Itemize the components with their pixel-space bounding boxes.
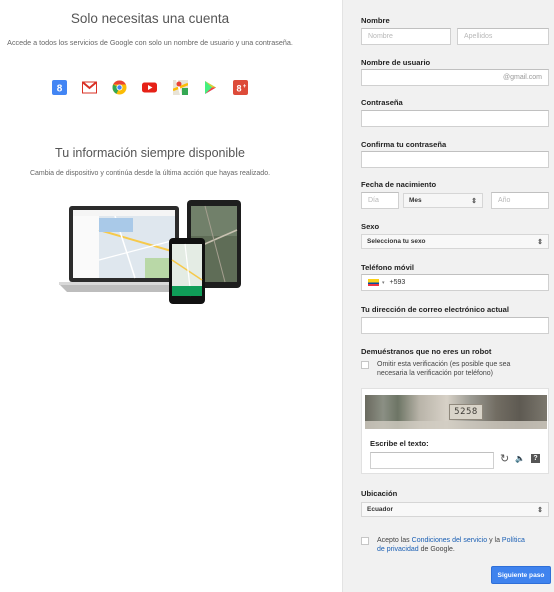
chrome-icon: [112, 80, 127, 95]
confirm-password-label: Confirma tu contraseña: [361, 140, 447, 149]
signup-form-panel: Nombre Nombre Apellidos Nombre de usuari…: [342, 0, 554, 592]
ecuador-flag-icon[interactable]: [368, 279, 379, 286]
google-plus-icon: 8 +: [232, 80, 248, 95]
location-value: Ecuador: [367, 506, 394, 513]
password-label: Contraseña: [361, 98, 403, 107]
subtitle-one-account: Accede a todos los servicios de Google c…: [7, 38, 293, 47]
skip-verification-text-1: Omitir esta verificación (es posible que…: [377, 361, 511, 368]
headline-one-account: Solo necesitas una cuenta: [70, 11, 230, 26]
left-info-column: Solo necesitas una cuenta Accede a todos…: [0, 0, 300, 592]
next-step-button[interactable]: Siguiente paso: [491, 566, 551, 584]
name-label: Nombre: [361, 16, 390, 25]
username-input[interactable]: @gmail.com: [361, 69, 549, 86]
svg-text:8: 8: [57, 84, 63, 95]
phone-label: Teléfono móvil: [361, 263, 415, 272]
refresh-icon[interactable]: ↻: [500, 452, 509, 465]
captcha-image-stripe: [365, 421, 547, 429]
location-select[interactable]: Ecuador ⇕: [361, 502, 549, 517]
captcha-number: 5258: [449, 404, 483, 420]
svg-text:+: +: [243, 84, 247, 90]
google-search-icon: 8: [52, 80, 67, 95]
captcha-input[interactable]: [370, 452, 494, 469]
birth-day-input[interactable]: Día: [361, 192, 399, 209]
last-name-input[interactable]: Apellidos: [457, 28, 549, 45]
location-label: Ubicación: [361, 489, 398, 498]
subtitle-info-available: Cambia de dispositivo y continúa desde l…: [29, 170, 271, 177]
birth-month-select[interactable]: Mes ⇕: [403, 193, 483, 208]
birth-year-input[interactable]: Año: [491, 192, 549, 209]
flag-dropdown-icon[interactable]: ▾: [382, 280, 385, 286]
gmail-icon: [82, 80, 98, 95]
svg-text:8: 8: [236, 84, 241, 94]
help-icon[interactable]: ?: [531, 454, 540, 463]
privacy-policy-link-part1[interactable]: Política: [502, 537, 525, 544]
sex-label: Sexo: [361, 222, 380, 231]
youtube-icon: [142, 80, 158, 95]
captcha-image: 5258: [365, 395, 547, 429]
current-email-input[interactable]: [361, 317, 549, 334]
phone-prefix: +593: [389, 279, 406, 286]
terms-text: Acepto las Condiciones del servicio y la…: [377, 536, 551, 554]
maps-icon: [172, 80, 188, 95]
phone-input[interactable]: ▾ +593: [361, 274, 549, 291]
google-apps-row: 8 8 +: [52, 80, 248, 98]
robot-label: Demuéstranos que no eres un robot: [361, 347, 492, 356]
select-updown-icon: ⇕: [537, 238, 543, 246]
first-name-input[interactable]: Nombre: [361, 28, 451, 45]
terms-of-service-link[interactable]: Condiciones del servicio: [412, 537, 487, 544]
captcha-input-label: Escribe el texto:: [370, 439, 429, 448]
confirm-password-input[interactable]: [361, 151, 549, 168]
current-email-label: Tu dirección de correo electrónico actua…: [361, 305, 509, 314]
sex-value: Selecciona tu sexo: [367, 238, 426, 245]
gmail-suffix: @gmail.com: [502, 74, 542, 81]
terms-text-pre: Acepto las: [377, 537, 412, 544]
audio-icon[interactable]: 🔈: [515, 454, 525, 463]
birthdate-label: Fecha de nacimiento: [361, 180, 437, 189]
devices-illustration: [55, 200, 245, 308]
birth-month-value: Mes: [409, 197, 422, 204]
username-label: Nombre de usuario: [361, 58, 431, 67]
terms-text-post: de Google.: [418, 546, 455, 553]
select-updown-icon: ⇕: [537, 506, 543, 514]
privacy-policy-link-part2[interactable]: de privacidad: [377, 546, 419, 553]
play-store-icon: [203, 80, 218, 95]
sex-select[interactable]: Selecciona tu sexo ⇕: [361, 234, 549, 249]
select-updown-icon: ⇕: [471, 197, 477, 205]
password-input[interactable]: [361, 110, 549, 127]
skip-verification-text-2: necesaria la verificación por teléfono): [377, 370, 493, 377]
captcha-box: 5258 Escribe el texto: ↻ 🔈 ?: [361, 388, 549, 474]
accept-terms-checkbox[interactable]: [361, 537, 369, 545]
terms-text-mid: y la: [487, 537, 502, 544]
skip-verification-checkbox[interactable]: [361, 361, 369, 369]
headline-info-available: Tu información siempre disponible: [55, 146, 245, 160]
